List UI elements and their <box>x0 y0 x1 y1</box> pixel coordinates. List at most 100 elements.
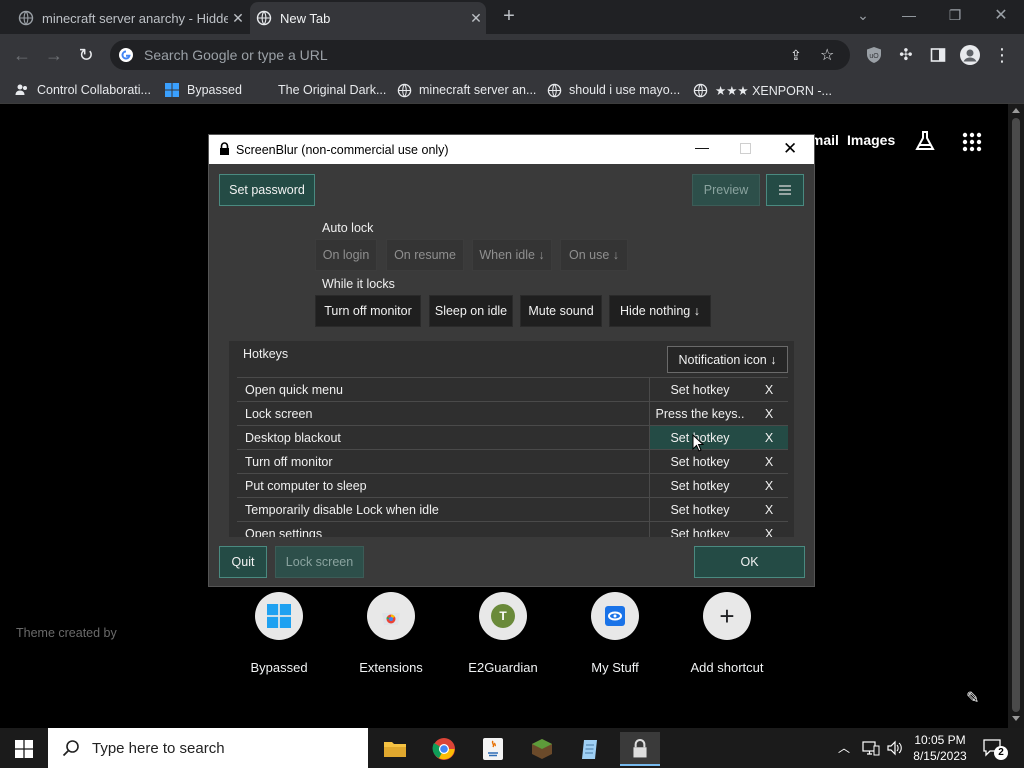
shortcut-tile[interactable]: Extensions <box>341 592 441 675</box>
bookmark-label: The Original Dark... <box>278 83 387 97</box>
user-group-icon <box>14 82 30 98</box>
shortcut-tile[interactable]: T E2Guardian <box>453 592 553 675</box>
chrome-icon[interactable] <box>424 732 464 766</box>
scroll-down-icon[interactable] <box>1012 716 1020 721</box>
set-hotkey-button[interactable]: Press the keys.. <box>649 402 750 425</box>
shortcut-tile[interactable]: + Add shortcut <box>677 592 777 675</box>
minecraft-icon[interactable] <box>522 732 562 766</box>
clear-hotkey-button[interactable]: X <box>750 474 788 497</box>
ok-button[interactable]: OK <box>694 546 805 578</box>
address-bar[interactable]: Search Google or type a URL ⇪ ☆ <box>110 40 850 70</box>
preview-button[interactable]: Preview <box>692 174 760 206</box>
bookmark-item[interactable]: The Original Dark... <box>278 80 386 100</box>
mute-sound-toggle[interactable]: Mute sound <box>520 295 602 327</box>
menu-button[interactable] <box>766 174 804 206</box>
dialog-titlebar[interactable]: ScreenBlur (non-commercial use only) — ✕ <box>209 135 814 164</box>
page-scrollbar[interactable] <box>1008 104 1024 728</box>
clear-hotkey-button[interactable]: X <box>750 450 788 473</box>
new-tab-plus-icon[interactable]: + <box>498 6 520 28</box>
clear-hotkey-button[interactable]: X <box>750 378 788 401</box>
notification-icon-dropdown[interactable]: Notification icon ↓ <box>667 346 788 373</box>
scroll-thumb[interactable] <box>1012 118 1020 712</box>
hotkeys-label: Hotkeys <box>243 347 289 361</box>
extensions-puzzle-icon[interactable]: ✣ <box>894 43 918 67</box>
hotkey-action-name: Temporarily disable Lock when idle <box>245 503 439 517</box>
bookmarks-bar: Control Collaborati... Bypassed The Orig… <box>0 76 1024 104</box>
bookmark-item[interactable]: should i use mayo... <box>546 80 680 100</box>
dialog-minimize-icon[interactable]: — <box>695 140 709 155</box>
turn-off-monitor-toggle[interactable]: Turn off monitor <box>315 295 421 327</box>
tab-search-chevron-icon[interactable]: ⌄ <box>840 0 886 30</box>
clear-hotkey-button[interactable]: X <box>750 402 788 425</box>
hotkeys-panel: Hotkeys Notification icon ↓ Open quick m… <box>229 341 794 537</box>
file-explorer-icon[interactable] <box>375 732 415 766</box>
globe-icon <box>692 82 708 98</box>
tab-minecraft[interactable]: minecraft server anarchy - Hidde ✕ <box>12 2 248 34</box>
network-icon[interactable] <box>862 740 880 761</box>
window-close-icon[interactable]: ✕ <box>978 0 1024 30</box>
hide-nothing-dropdown[interactable]: Hide nothing ↓ <box>609 295 711 327</box>
table-row: Lock screen Press the keys.. X <box>237 401 788 425</box>
customize-pencil-icon[interactable]: ✎ <box>966 688 979 708</box>
forward-icon[interactable]: → <box>42 43 66 67</box>
bookmark-item[interactable]: Control Collaborati... <box>14 80 151 100</box>
back-icon[interactable]: ← <box>10 43 34 67</box>
avatar-letter: T <box>491 604 515 628</box>
bookmark-item[interactable]: ★★★ XENPORN -... <box>692 80 832 100</box>
theme-credit: Theme created by <box>16 626 117 640</box>
java-icon[interactable] <box>473 732 513 766</box>
system-clock[interactable]: 10:05 PM 8/15/2023 <box>908 732 972 764</box>
side-panel-icon[interactable] <box>926 43 950 67</box>
mouse-cursor-icon <box>692 434 704 452</box>
tray-chevron-up-icon[interactable]: ︿ <box>838 739 850 756</box>
scroll-up-icon[interactable] <box>1012 108 1020 113</box>
screenblur-taskbar-icon[interactable] <box>620 732 660 766</box>
globe-icon <box>256 10 272 26</box>
auto-lock-on-resume[interactable]: On resume <box>386 239 464 271</box>
auto-lock-on-login[interactable]: On login <box>315 239 377 271</box>
chrome-menu-icon[interactable]: ⋮ <box>990 43 1014 67</box>
bookmark-item[interactable]: Bypassed <box>164 80 242 100</box>
shortcut-tile[interactable]: Bypassed <box>229 592 329 675</box>
quit-button[interactable]: Quit <box>219 546 267 578</box>
images-link[interactable]: Images <box>847 132 895 148</box>
clear-hotkey-button[interactable]: X <box>750 498 788 521</box>
minimize-icon[interactable]: — <box>886 0 932 30</box>
bookmark-item[interactable]: minecraft server an... <box>396 80 536 100</box>
tab-title: New Tab <box>280 10 331 26</box>
set-hotkey-button[interactable]: Set hotkey <box>649 450 750 473</box>
set-password-button[interactable]: Set password <box>219 174 315 206</box>
share-icon[interactable]: ⇪ <box>790 47 820 64</box>
volume-icon[interactable] <box>886 740 904 761</box>
auto-lock-on-use[interactable]: On use ↓ <box>560 239 628 271</box>
tab-close-icon[interactable]: ✕ <box>466 10 486 27</box>
reload-icon[interactable]: ↻ <box>74 43 98 67</box>
set-hotkey-button[interactable]: Set hotkey <box>649 474 750 497</box>
taskbar-search-box[interactable]: Type here to search <box>48 728 368 768</box>
lock-screen-button[interactable]: Lock screen <box>275 546 364 578</box>
labs-flask-icon[interactable] <box>913 129 937 158</box>
ublock-shield-icon[interactable]: uO <box>862 43 886 67</box>
restore-icon[interactable]: ❐ <box>932 0 978 30</box>
hotkey-action-name: Turn off monitor <box>245 455 333 469</box>
set-hotkey-button[interactable]: Set hotkey <box>649 522 750 537</box>
set-hotkey-button[interactable]: Set hotkey <box>649 498 750 521</box>
sleep-on-idle-toggle[interactable]: Sleep on idle <box>429 295 513 327</box>
tab-strip: minecraft server anarchy - Hidde ✕ New T… <box>0 0 1024 34</box>
tab-close-icon[interactable]: ✕ <box>228 10 248 27</box>
profile-avatar-icon[interactable] <box>958 43 982 67</box>
shortcut-tile[interactable]: My Stuff <box>565 592 665 675</box>
bookmark-star-icon[interactable]: ☆ <box>820 45 850 65</box>
clear-hotkey-button[interactable]: X <box>750 426 788 449</box>
clear-hotkey-button[interactable]: X <box>750 522 788 537</box>
letter-t-avatar-icon: T <box>479 592 527 640</box>
tab-new-tab[interactable]: New Tab ✕ <box>250 2 486 34</box>
notepad-icon[interactable] <box>571 732 611 766</box>
set-hotkey-button[interactable]: Set hotkey <box>649 378 750 401</box>
apps-grid-icon[interactable] <box>962 132 982 157</box>
windows-taskbar: Type here to search ︿ 10:05 PM 8/15/2023… <box>0 728 1024 768</box>
dialog-close-icon[interactable]: ✕ <box>783 139 797 159</box>
auto-lock-when-idle[interactable]: When idle ↓ <box>472 239 552 271</box>
start-windows-icon[interactable] <box>4 732 44 766</box>
table-row: Put computer to sleep Set hotkey X <box>237 473 788 497</box>
